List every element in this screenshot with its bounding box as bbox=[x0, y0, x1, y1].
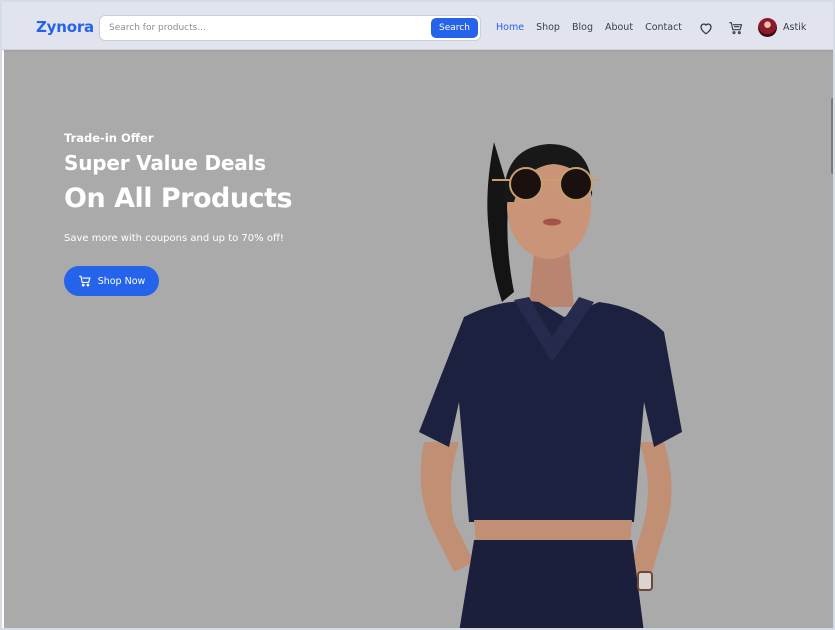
nav-link-about[interactable]: About bbox=[605, 22, 633, 36]
hero-headline: Super Value Deals bbox=[64, 151, 266, 175]
user-name[interactable]: Astik bbox=[783, 22, 806, 33]
browser-frame: Zynora Search Home Shop Blog About Conta… bbox=[0, 0, 835, 630]
scrollbar[interactable] bbox=[831, 98, 833, 174]
nav-link-home[interactable]: Home bbox=[496, 22, 524, 36]
nav-link-shop[interactable]: Shop bbox=[536, 22, 560, 36]
nav-link-blog[interactable]: Blog bbox=[572, 22, 593, 36]
hero-headline-large: On All Products bbox=[64, 183, 293, 214]
brand-logo[interactable]: Zynora bbox=[36, 18, 94, 36]
nav-links: Home Shop Blog About Contact bbox=[496, 22, 694, 36]
hero-eyebrow: Trade-in Offer bbox=[64, 131, 154, 145]
hero-model-image bbox=[419, 142, 682, 628]
search-input[interactable] bbox=[109, 21, 429, 35]
search-bar: Search bbox=[99, 15, 481, 41]
shop-now-button[interactable]: Shop Now bbox=[64, 266, 159, 296]
nav-link-contact[interactable]: Contact bbox=[645, 22, 682, 36]
search-button[interactable]: Search bbox=[431, 18, 478, 38]
hero-banner: Trade-in Offer Super Value Deals On All … bbox=[4, 50, 833, 628]
hero-subtext: Save more with coupons and up to 70% off… bbox=[64, 233, 284, 244]
shop-now-label: Shop Now bbox=[97, 275, 146, 287]
navbar: Zynora Search Home Shop Blog About Conta… bbox=[2, 2, 833, 50]
user-avatar[interactable] bbox=[758, 18, 777, 37]
cart-icon[interactable] bbox=[728, 20, 744, 36]
heart-icon[interactable] bbox=[698, 20, 714, 36]
cart-icon bbox=[78, 275, 91, 287]
